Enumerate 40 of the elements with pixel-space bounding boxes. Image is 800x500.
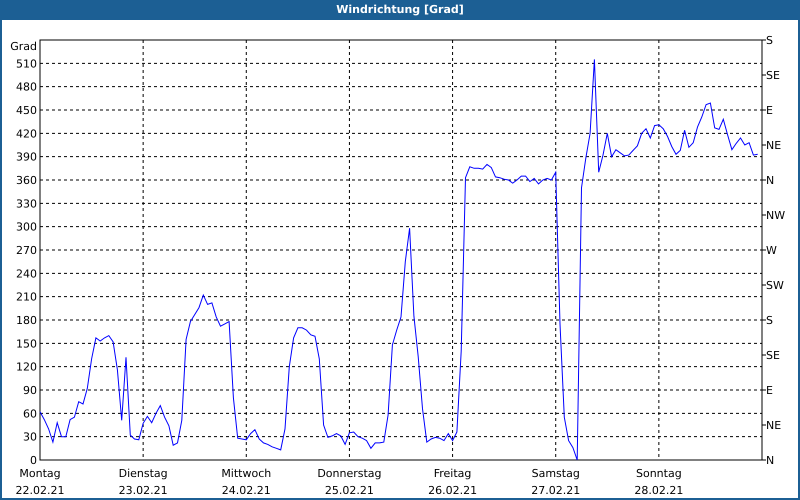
x-tick-label: Montag 22.02.21 <box>16 467 64 497</box>
compass-tick-label: SE <box>766 349 780 362</box>
x-tick-label: Sonntag 28.02.21 <box>634 467 684 497</box>
compass-tick-label: NE <box>766 419 782 432</box>
y-tick-label: 210 <box>16 290 37 304</box>
y-tick-label: 60 <box>23 407 37 420</box>
y-tick-label: 30 <box>23 430 37 444</box>
y-tick-label: 270 <box>16 244 37 257</box>
compass-tick-label: N <box>766 174 774 187</box>
x-tick-label: Samstag 27.02.21 <box>531 467 580 497</box>
compass-tick-label: SE <box>766 69 780 82</box>
y-tick-label: 120 <box>16 360 37 374</box>
y-tick-label: 0 <box>30 454 37 467</box>
y-tick-label: 390 <box>16 150 37 164</box>
compass-tick-label: NW <box>766 209 786 222</box>
compass-tick-label: N <box>766 454 774 467</box>
y-tick-label: 240 <box>16 267 37 280</box>
y-tick-label: 300 <box>16 220 37 234</box>
y-tick-label: 150 <box>16 337 37 350</box>
compass-tick-label: E <box>766 104 773 117</box>
y-tick-label: 330 <box>16 197 37 210</box>
x-tick-label: Mittwoch 24.02.21 <box>221 467 272 497</box>
y-tick-label: 510 <box>16 57 37 70</box>
compass-tick-label: W <box>766 244 777 257</box>
y-tick-label: 360 <box>16 174 37 187</box>
y-tick-label: 180 <box>16 314 37 327</box>
y-tick-label: 90 <box>23 384 37 397</box>
y-axis-title: Grad <box>10 40 37 53</box>
window-title: Windrichtung [Grad] <box>335 2 465 18</box>
x-tick-label: Freitag 26.02.21 <box>428 467 478 497</box>
y-tick-label: 450 <box>16 104 37 117</box>
compass-tick-label: S <box>766 314 773 327</box>
compass-tick-label: E <box>766 384 773 397</box>
y-tick-label: 480 <box>16 80 37 94</box>
compass-tick-label: NE <box>766 139 782 152</box>
x-tick-label: Donnerstag 25.02.21 <box>317 467 382 497</box>
compass-tick-label: S <box>766 34 773 47</box>
x-tick-label: Dienstag 23.02.21 <box>118 467 168 497</box>
y-tick-label: 420 <box>16 127 37 140</box>
compass-tick-label: SW <box>766 279 784 292</box>
